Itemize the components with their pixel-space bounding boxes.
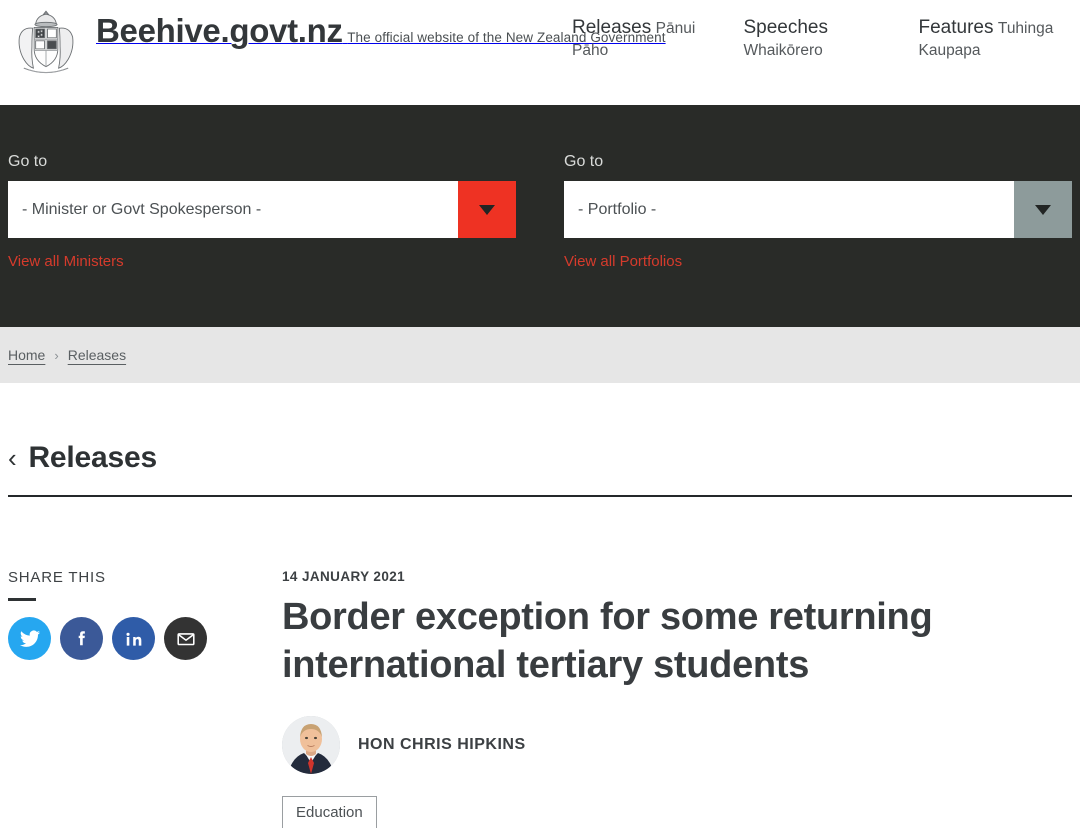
- nav-item-speeches[interactable]: Speeches Whaikōrero: [743, 16, 878, 62]
- page-title: ‹ Releases: [8, 441, 1072, 475]
- minister-select[interactable]: - Minister or Govt Spokesperson -: [8, 181, 516, 238]
- article-title: Border exception for some returning inte…: [282, 596, 933, 686]
- site-logo-link[interactable]: Beehive.govt.nz The official website of …: [0, 0, 666, 80]
- view-all-portfolios-link[interactable]: View all Portfolios: [564, 253, 682, 270]
- share-this-label: SHARE THIS: [8, 569, 106, 586]
- share-divider: [8, 598, 36, 601]
- share-linkedin-button[interactable]: [112, 617, 155, 660]
- minister-select-value[interactable]: - Minister or Govt Spokesperson -: [8, 181, 458, 238]
- minister-selector-group: Go to - Minister or Govt Spokesperson - …: [8, 153, 516, 327]
- article: 14 JANUARY 2021 Border exception for som…: [282, 569, 1080, 828]
- email-icon: [176, 632, 195, 645]
- article-author[interactable]: HON CHRIS HIPKINS: [282, 715, 1080, 774]
- share-sidebar: SHARE THIS: [8, 569, 282, 828]
- chevron-left-icon[interactable]: ‹: [8, 445, 17, 471]
- nav-label-mi: Whaikōrero: [743, 41, 823, 59]
- site-title: Beehive.govt.nz: [96, 12, 343, 49]
- site-header: Beehive.govt.nz The official website of …: [0, 0, 1080, 105]
- nav-label-en: Speeches: [743, 17, 828, 38]
- go-to-selector-band: Go to - Minister or Govt Spokesperson - …: [0, 105, 1080, 327]
- article-tags: Education: [282, 795, 1080, 828]
- facebook-icon: [78, 630, 85, 645]
- share-twitter-button[interactable]: [8, 617, 51, 660]
- nz-coat-of-arms-icon: [8, 6, 84, 80]
- share-email-button[interactable]: [164, 617, 207, 660]
- avatar: [282, 715, 340, 774]
- portfolio-select-value[interactable]: - Portfolio -: [564, 181, 1014, 238]
- view-all-ministers-link[interactable]: View all Ministers: [8, 253, 124, 270]
- twitter-icon: [19, 629, 40, 647]
- minister-goto-label: Go to: [8, 153, 48, 170]
- minister-select-arrow[interactable]: [458, 181, 516, 238]
- breadcrumb-separator-icon: ›: [54, 347, 59, 363]
- portfolio-goto-label: Go to: [564, 153, 604, 170]
- chevron-down-icon: [1035, 204, 1051, 215]
- breadcrumb-item-home[interactable]: Home: [8, 347, 45, 363]
- article-date: 14 JANUARY 2021: [282, 569, 406, 584]
- portfolio-select[interactable]: - Portfolio -: [564, 181, 1072, 238]
- main-navigation: Releases Pānui Pāho Speeches Whaikōrero …: [572, 16, 1080, 62]
- share-facebook-button[interactable]: [60, 617, 103, 660]
- page-title-area: ‹ Releases: [0, 383, 1080, 475]
- nav-item-features[interactable]: Features Tuhinga Kaupapa: [918, 16, 1080, 62]
- tag-education[interactable]: Education: [282, 795, 377, 828]
- content-area: SHARE THIS 14 JANUARY 2021 Border except…: [0, 497, 1080, 828]
- portfolio-select-arrow[interactable]: [1014, 181, 1072, 238]
- nav-label-en: Releases: [572, 17, 652, 38]
- linkedin-icon: [125, 632, 141, 646]
- nav-item-releases[interactable]: Releases Pānui Pāho: [572, 16, 703, 62]
- breadcrumb: Home › Releases: [0, 327, 1080, 383]
- share-icon-list: [8, 617, 282, 660]
- chevron-down-icon: [479, 204, 495, 215]
- portfolio-selector-group: Go to - Portfolio - View all Portfolios: [564, 153, 1072, 327]
- page-title-text: Releases: [28, 441, 157, 474]
- breadcrumb-item-releases[interactable]: Releases: [68, 347, 126, 363]
- nav-label-en: Features: [918, 17, 994, 38]
- author-name: HON CHRIS HIPKINS: [358, 735, 526, 753]
